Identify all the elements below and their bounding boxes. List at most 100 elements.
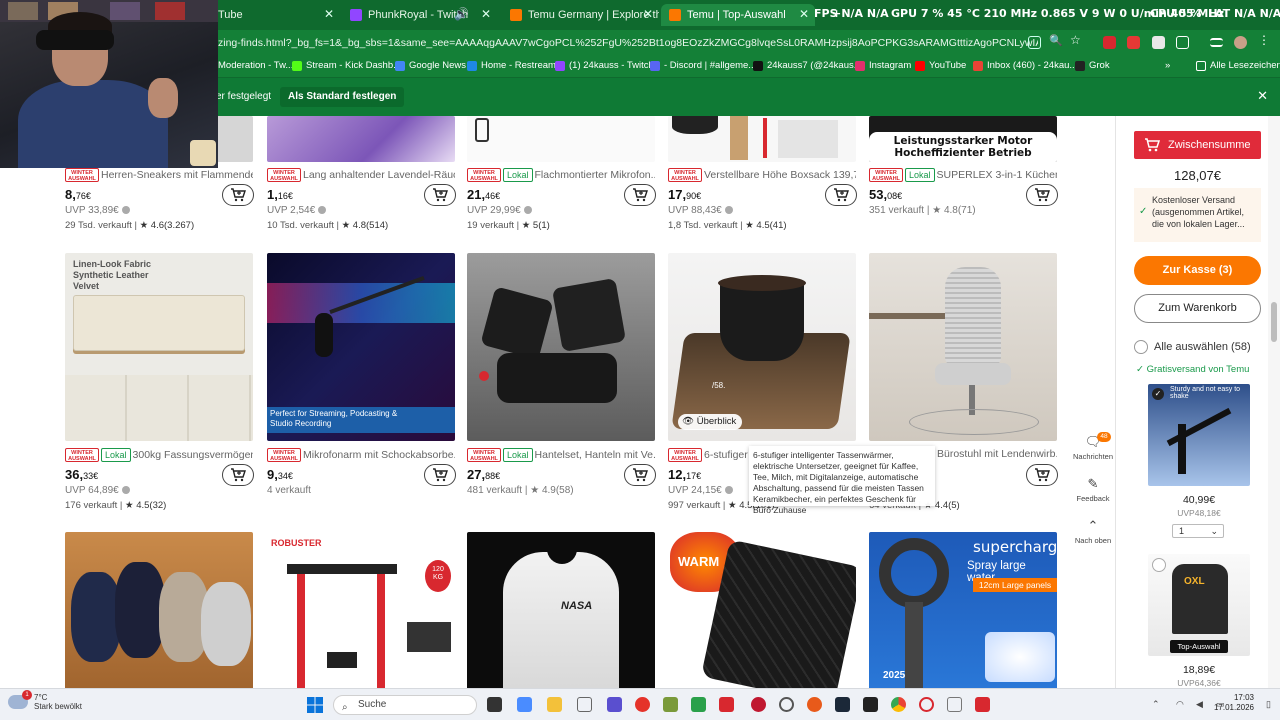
checkout-button[interactable]: Zur Kasse (3) — [1134, 256, 1261, 285]
bookmark-item[interactable]: YouTube — [915, 60, 966, 71]
tab-youtube[interactable]: Tube ✕ — [210, 4, 340, 26]
selected-check-icon[interactable]: ✓ — [1152, 388, 1164, 400]
radio-icon[interactable] — [1152, 558, 1166, 572]
product-image[interactable] — [65, 532, 253, 688]
url-field[interactable]: zing-finds.html?_bg_fs=1&_bg_sbs=1&same_… — [218, 33, 1038, 53]
product-title[interactable]: Flachmontierter Mikrofon... — [535, 169, 655, 181]
file-explorer-icon[interactable] — [547, 697, 562, 712]
back-to-top-button[interactable]: ⌃ Nach oben — [1071, 518, 1115, 545]
notifications-icon[interactable]: ▯ — [1266, 699, 1271, 710]
product-title[interactable]: Bürostuhl mit Lendenwirb... — [937, 448, 1057, 460]
widgets-icon[interactable] — [517, 697, 532, 712]
feedback-button[interactable]: ✎ Feedback — [1071, 476, 1115, 503]
chrome-icon[interactable] — [891, 697, 906, 712]
add-to-cart-button[interactable] — [624, 464, 656, 486]
quick-view-button[interactable]: 👁 Überblick — [678, 414, 743, 430]
extension-red-icon[interactable] — [1127, 36, 1140, 49]
app-icon[interactable] — [807, 697, 822, 712]
zoom-icon[interactable]: 🔍 — [1049, 34, 1063, 47]
product-image[interactable]: Leistungsstarker Motor Hocheffizienter B… — [869, 116, 1057, 162]
bookmark-item[interactable]: Google News — [395, 60, 466, 71]
opera-icon[interactable] — [635, 697, 650, 712]
page-scrollbar[interactable] — [1268, 116, 1280, 688]
obs-icon[interactable] — [779, 697, 794, 712]
menu-list-icon[interactable] — [1210, 38, 1223, 47]
epic-games-icon[interactable] — [863, 697, 878, 712]
clock[interactable]: 17:03 17.01.2026 — [1214, 693, 1254, 713]
opera-gx-icon[interactable] — [919, 697, 934, 712]
app-icon[interactable] — [975, 697, 990, 712]
install-icon[interactable] — [1028, 36, 1041, 49]
info-icon[interactable] — [724, 486, 733, 495]
bookmark-item[interactable]: (1) 24kauss - Twitch — [555, 60, 654, 71]
product-image[interactable] — [869, 253, 1057, 441]
product-image[interactable]: Perfect for Streaming, Podcasting & Stud… — [267, 253, 455, 441]
product-image[interactable]: ROBUSTER 120 KG — [267, 532, 455, 688]
cart-item-image[interactable]: ✓ Sturdy and not easy to shake — [1148, 384, 1250, 486]
bookmark-item[interactable]: Grok — [1075, 60, 1110, 71]
taskbar-search[interactable]: ⌕ Suche — [333, 695, 477, 715]
mouse-icon[interactable] — [577, 697, 592, 712]
bookmark-item[interactable]: Moderation - Tw... — [218, 60, 293, 71]
product-title[interactable]: Herren-Sneakers mit Flammende... — [101, 169, 253, 181]
weather-widget[interactable]: 1 7°C Stark bewölkt — [8, 690, 82, 711]
vegas-icon[interactable] — [607, 697, 622, 712]
product-title[interactable]: Mikrofonarm mit Schockabsorbe... — [303, 449, 455, 461]
app-icon[interactable] — [691, 697, 706, 712]
product-image[interactable] — [668, 116, 856, 162]
task-view-icon[interactable] — [487, 697, 502, 712]
tab-twitch[interactable]: PhunkRoyal - Twitch 🔊 ✕ — [342, 4, 497, 26]
info-icon[interactable] — [121, 486, 130, 495]
add-to-cart-button[interactable] — [825, 184, 857, 206]
quantity-select[interactable]: 1 ⌄ — [1172, 524, 1224, 538]
product-image[interactable] — [267, 116, 455, 162]
tab-close-icon[interactable]: ✕ — [324, 7, 334, 21]
product-image[interactable]: Linen-Look Fabric Synthetic Leather Velv… — [65, 253, 253, 441]
add-to-cart-button[interactable] — [1026, 184, 1058, 206]
speaker-icon[interactable]: ◀ — [1196, 699, 1203, 710]
bookmarks-overflow-icon[interactable]: » — [1165, 60, 1170, 71]
add-to-cart-button[interactable] — [1026, 464, 1058, 486]
add-to-cart-button[interactable] — [624, 184, 656, 206]
steam-icon[interactable] — [835, 697, 850, 712]
product-image[interactable] — [467, 116, 655, 162]
bookmark-item[interactable]: Inbox (460) - 24kau... — [973, 60, 1077, 71]
tab-temu-top[interactable]: Temu | Top-Auswahl ✕ — [661, 4, 815, 26]
cart-item-image[interactable]: OXL Top-Auswahl — [1148, 554, 1250, 656]
info-icon[interactable] — [523, 206, 532, 215]
app-icon[interactable] — [751, 697, 766, 712]
product-image[interactable]: supercharge Spray large water 12cm Large… — [869, 532, 1057, 688]
bookmark-item[interactable]: 24kauss7 (@24kaus... — [753, 60, 862, 71]
product-title[interactable]: Verstellbare Höhe Boxsack 139,7-... — [704, 169, 856, 181]
bookmark-item[interactable]: - Discord | #allgeme... — [650, 60, 756, 71]
messages-button[interactable]: 🗨 48 Nachrichten — [1071, 432, 1115, 461]
tab-close-icon[interactable]: ✕ — [643, 7, 653, 21]
add-to-cart-button[interactable] — [222, 184, 254, 206]
info-icon[interactable] — [317, 206, 326, 215]
app-icon[interactable] — [663, 697, 678, 712]
product-image[interactable] — [467, 253, 655, 441]
add-to-cart-button[interactable] — [424, 464, 456, 486]
product-title[interactable]: Lang anhaltender Lavendel-Räuc... — [303, 169, 455, 181]
tab-close-icon[interactable]: ✕ — [799, 7, 809, 21]
adblock-icon[interactable] — [1103, 36, 1116, 49]
extension-icon[interactable] — [1152, 36, 1165, 49]
select-all-checkbox[interactable]: Alle auswählen (58) — [1134, 340, 1251, 354]
add-to-cart-button[interactable] — [424, 184, 456, 206]
bookmark-item[interactable]: Instagram — [855, 60, 911, 71]
scrollbar-thumb[interactable] — [1271, 302, 1277, 342]
bookmark-item[interactable]: Stream - Kick Dashb... — [292, 60, 401, 71]
tray-chevron-icon[interactable]: ⌃ — [1152, 699, 1160, 710]
wifi-icon[interactable]: ◠ — [1176, 699, 1184, 710]
info-icon[interactable] — [724, 206, 733, 215]
speaker-icon[interactable]: 🔊 — [454, 7, 469, 21]
go-to-cart-button[interactable]: Zum Warenkorb — [1134, 294, 1261, 323]
bookmark-item[interactable]: Home - Restream — [467, 60, 556, 71]
puzzle-icon[interactable] — [1176, 36, 1189, 49]
settings-gear-icon[interactable] — [947, 697, 962, 712]
avatar[interactable] — [1234, 36, 1247, 49]
product-title[interactable]: 300kg Fassungsvermögen... — [133, 449, 253, 461]
all-bookmarks[interactable]: Alle Lesezeichen — [1196, 60, 1280, 71]
product-title[interactable]: 6-stufiger — [704, 449, 748, 461]
product-title[interactable]: SUPERLEX 3-in-1 Küchen... — [937, 169, 1057, 181]
